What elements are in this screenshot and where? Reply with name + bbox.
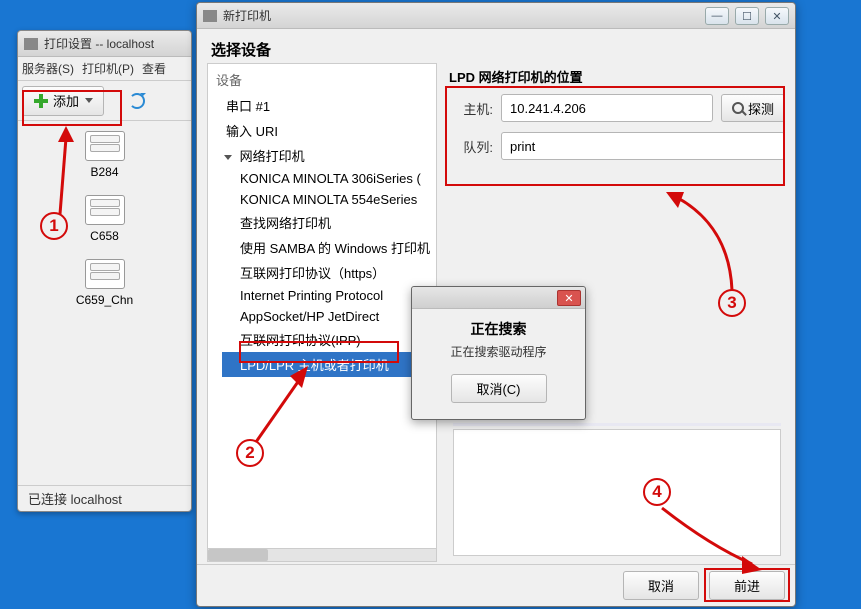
tree-item[interactable]: 查找网络打印机	[222, 210, 436, 235]
new-printer-titlebar[interactable]: 新打印机 — ☐ ✕	[197, 3, 795, 29]
printer-label: C659_Chn	[76, 293, 133, 307]
cancel-button[interactable]: 取消	[623, 571, 699, 600]
tree-item[interactable]: Internet Printing Protocol	[222, 285, 436, 306]
queue-input[interactable]	[501, 132, 785, 160]
refresh-button[interactable]	[122, 86, 152, 116]
tree-item[interactable]: KONICA MINOLTA 554eSeries	[222, 189, 436, 210]
printer-list: B284 C658 C659_Chn	[18, 121, 191, 323]
minimize-button[interactable]: —	[705, 7, 729, 25]
plus-icon	[33, 93, 49, 109]
printer-icon	[417, 293, 429, 303]
printer-icon	[85, 195, 125, 225]
tree-item[interactable]: AppSocket/HP JetDirect	[222, 306, 436, 327]
searching-dialog: ✕ 正在搜索 正在搜索驱动程序 取消(C)	[411, 286, 586, 420]
devices-header: 设备	[208, 64, 436, 91]
dialog-cancel-button[interactable]: 取消(C)	[451, 374, 547, 403]
printer-icon	[85, 259, 125, 289]
list-item[interactable]: C659_Chn	[76, 259, 133, 307]
statusbar: 已连接 localhost	[18, 485, 191, 511]
tree-item[interactable]: KONICA MINOLTA 306iSeries (	[222, 168, 436, 189]
print-settings-window: 打印设置 -- localhost 服务器(S) 打印机(P) 查看 添加 B2…	[17, 30, 192, 512]
new-printer-title: 新打印机	[223, 7, 271, 24]
printer-icon	[203, 10, 217, 22]
printer-label: C658	[90, 229, 119, 243]
tree-item[interactable]: 使用 SAMBA 的 Windows 打印机	[222, 235, 436, 260]
search-icon	[732, 102, 744, 114]
cancel-label: 取消	[648, 576, 674, 595]
tree-item[interactable]: 互联网打印协议（https）	[222, 260, 436, 285]
printer-icon	[24, 38, 38, 50]
section-title: 选择设备	[197, 29, 795, 66]
host-label: 主机:	[449, 99, 493, 118]
printer-label: B284	[90, 165, 118, 179]
host-input[interactable]	[501, 94, 713, 122]
print-settings-titlebar[interactable]: 打印设置 -- localhost	[18, 31, 191, 57]
add-button[interactable]: 添加	[22, 86, 104, 116]
print-settings-title: 打印设置 -- localhost	[44, 35, 154, 52]
forward-button[interactable]: 前进	[709, 571, 785, 600]
dialog-cancel-label: 取消(C)	[476, 379, 520, 398]
scrollbar-thumb[interactable]	[208, 549, 268, 561]
menubar: 服务器(S) 打印机(P) 查看	[18, 57, 191, 81]
dialog-footer: 取消 前进	[197, 564, 795, 606]
menu-printer[interactable]: 打印机(P)	[82, 60, 134, 77]
tree-item-uri[interactable]: 输入 URI	[222, 118, 436, 143]
tree-item-serial[interactable]: 串口 #1	[222, 93, 436, 118]
status-text: 已连接 localhost	[28, 489, 122, 508]
dialog-titlebar[interactable]: ✕	[412, 287, 585, 309]
menu-server[interactable]: 服务器(S)	[22, 60, 74, 77]
maximize-button[interactable]: ☐	[735, 7, 759, 25]
close-button[interactable]: ✕	[765, 7, 789, 25]
separator	[453, 423, 781, 426]
chevron-down-icon	[224, 155, 232, 160]
menu-view[interactable]: 查看	[142, 60, 166, 77]
devices-panel: 设备 串口 #1 输入 URI 网络打印机 KONICA MINOLTA 306…	[207, 63, 437, 562]
list-item[interactable]: B284	[85, 131, 125, 179]
forward-label: 前进	[734, 576, 760, 595]
probe-button[interactable]: 探测	[721, 94, 785, 122]
device-tree: 串口 #1 输入 URI 网络打印机 KONICA MINOLTA 306iSe…	[208, 91, 436, 379]
tree-item-lpd-selected[interactable]: LPD/LPR 主机或者打印机	[222, 352, 436, 377]
list-item[interactable]: C658	[85, 195, 125, 243]
close-button[interactable]: ✕	[557, 290, 581, 306]
toolbar: 添加	[18, 81, 191, 121]
printer-icon	[85, 131, 125, 161]
form-group-title: LPD 网络打印机的位置	[449, 67, 785, 86]
queue-label: 队列:	[449, 137, 493, 156]
preview-box	[453, 429, 781, 556]
tree-item-label: 网络打印机	[240, 149, 305, 164]
tree-item[interactable]: 互联网打印协议(IPP)	[222, 327, 436, 352]
dialog-text: 正在搜索驱动程序	[450, 343, 546, 360]
tree-item-network[interactable]: 网络打印机	[222, 143, 436, 168]
dialog-title: 正在搜索	[471, 319, 527, 339]
probe-label: 探测	[748, 99, 774, 118]
horizontal-scrollbar[interactable]	[207, 548, 437, 562]
chevron-down-icon	[85, 98, 93, 103]
refresh-icon	[129, 93, 145, 109]
add-label: 添加	[53, 91, 79, 110]
